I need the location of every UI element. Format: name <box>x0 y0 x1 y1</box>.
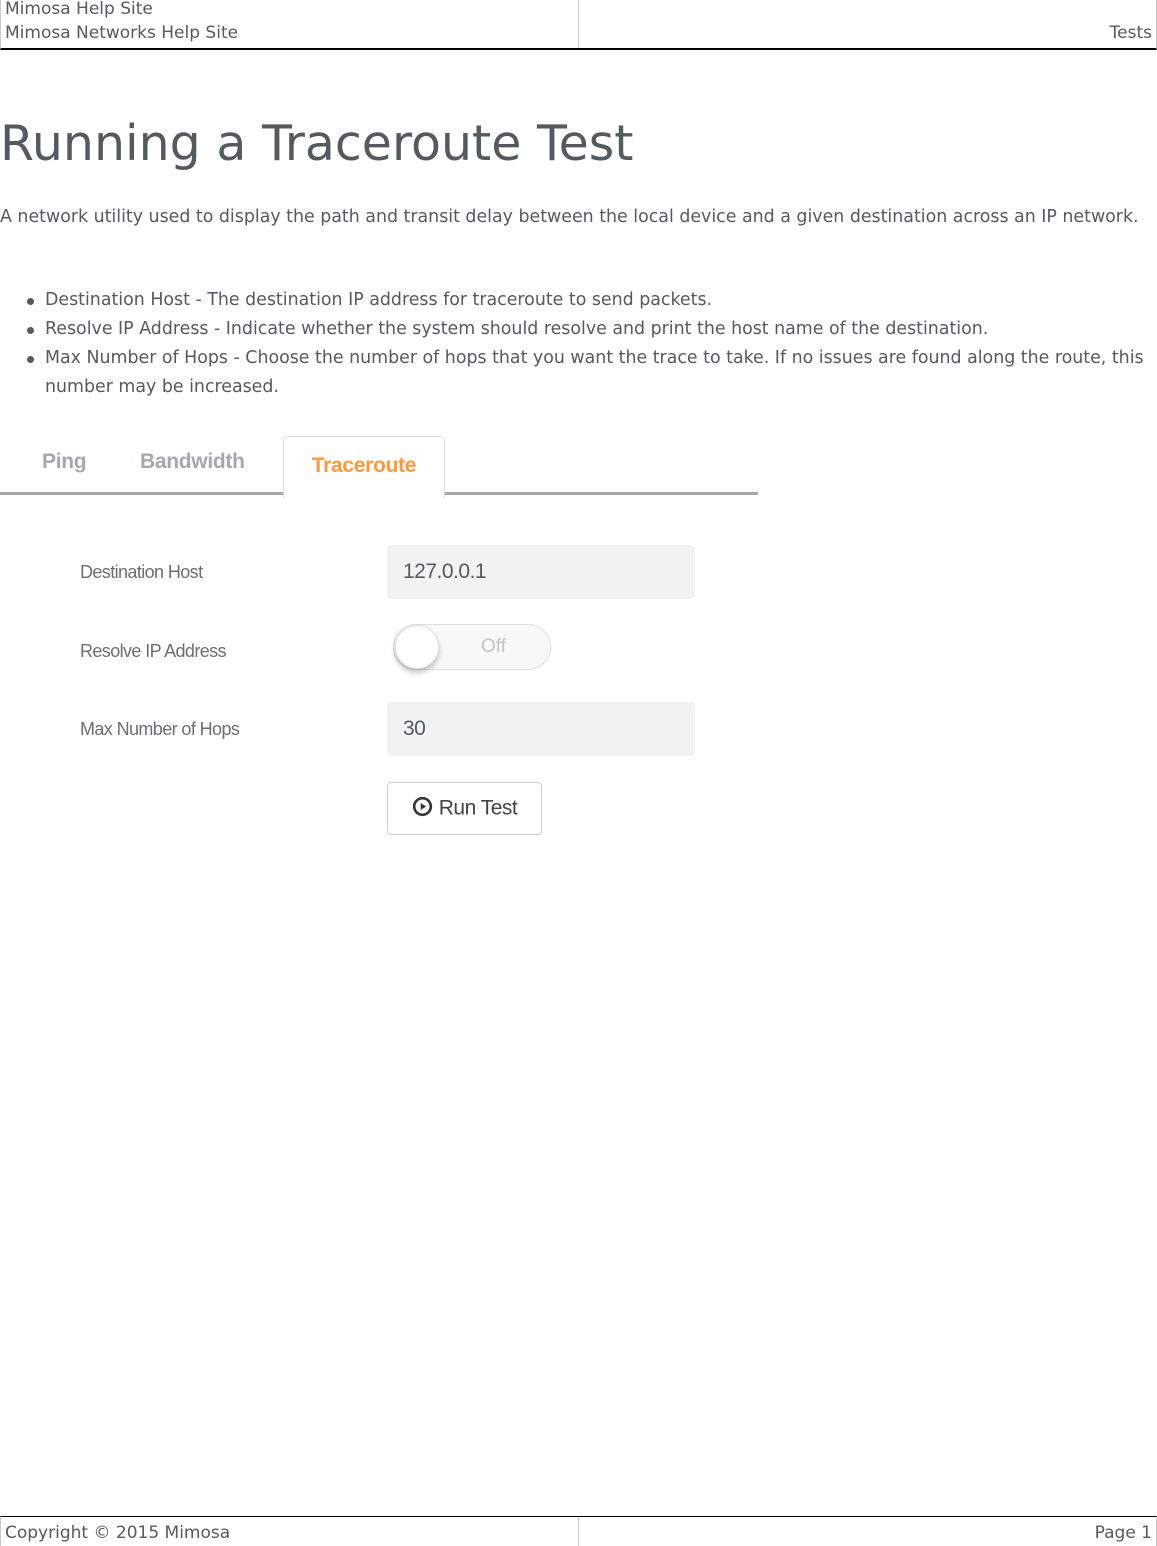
run-test-button[interactable]: Run Test <box>387 782 542 835</box>
section-name: Tests <box>1109 23 1152 43</box>
play-circle-icon <box>412 797 432 817</box>
bullet-text: Resolve IP Address - Indicate whether th… <box>45 319 989 339</box>
tab-bandwidth[interactable]: Bandwidth <box>140 450 245 474</box>
destination-host-label: Destination Host <box>80 562 203 582</box>
bullet-dot-icon <box>27 356 34 363</box>
tab-traceroute-label: Traceroute <box>311 454 417 477</box>
bullet-dot-icon <box>27 327 34 334</box>
run-test-label: Run Test <box>438 796 518 820</box>
page-header: Mimosa Help Site Mimosa Networks Help Si… <box>0 0 1157 50</box>
bullet-dot-icon <box>27 298 34 305</box>
page-footer: Copyright © 2015 Mimosa Page 1 <box>0 1516 1157 1546</box>
bullet-item-destination-host: Destination Host - The destination IP ad… <box>0 286 1157 315</box>
site-title: Mimosa Help Site <box>5 0 153 19</box>
intro-paragraph: A network utility used to display the pa… <box>0 207 1139 227</box>
bullet-item-max-hops: Max Number of Hops - Choose the number o… <box>0 344 1157 402</box>
toggle-state-text: Off <box>481 636 506 657</box>
resolve-ip-label: Resolve IP Address <box>80 641 227 661</box>
bullet-list: Destination Host - The destination IP ad… <box>0 286 1157 402</box>
bullet-item-resolve-ip: Resolve IP Address - Indicate whether th… <box>0 315 1157 344</box>
page-title: Running a Traceroute Test <box>0 115 634 172</box>
page-number: Page 1 <box>1094 1523 1152 1543</box>
bullet-text: Max Number of Hops - Choose the number o… <box>45 348 1144 397</box>
traceroute-ui-panel: Ping Bandwidth Traceroute Destination Ho… <box>0 430 760 850</box>
bullet-text: Destination Host - The destination IP ad… <box>45 290 713 310</box>
max-hops-input[interactable] <box>387 702 695 756</box>
site-subtitle: Mimosa Networks Help Site <box>5 23 239 43</box>
page-header-left-cell: Mimosa Help Site Mimosa Networks Help Si… <box>1 0 579 48</box>
page-footer-left-cell: Copyright © 2015 Mimosa <box>1 1517 579 1546</box>
copyright-text: Copyright © 2015 Mimosa <box>5 1523 231 1543</box>
toggle-knob[interactable] <box>395 625 439 669</box>
destination-host-input[interactable] <box>387 545 695 599</box>
resolve-ip-toggle[interactable]: Off <box>393 624 551 670</box>
tab-traceroute[interactable]: Traceroute <box>283 436 445 498</box>
tab-ping[interactable]: Ping <box>42 450 87 474</box>
test-tabs: Ping Bandwidth Traceroute <box>0 430 758 500</box>
max-hops-label: Max Number of Hops <box>80 719 240 739</box>
